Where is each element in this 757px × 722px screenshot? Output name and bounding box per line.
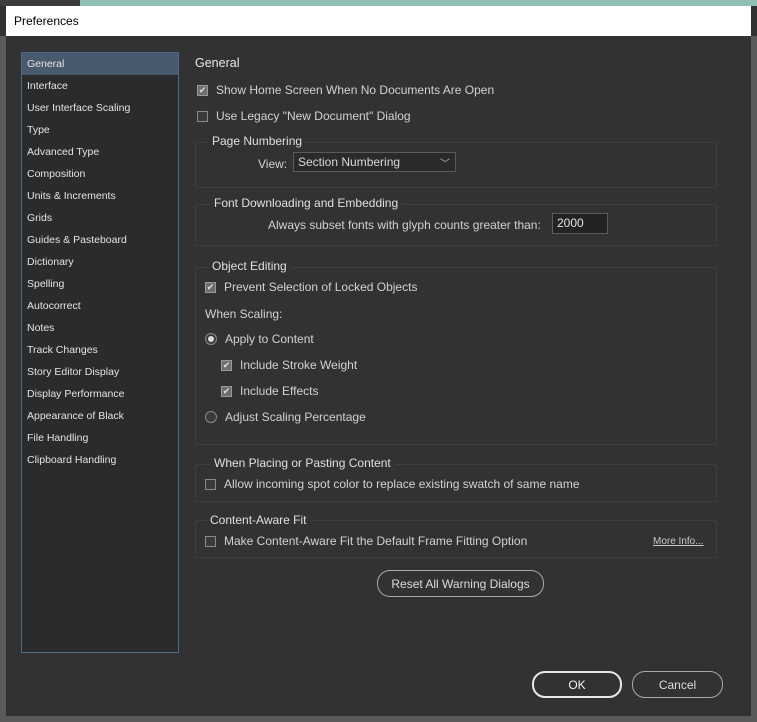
include-effects-label: Include Effects [240, 384, 319, 398]
include-stroke-option[interactable]: ✔ Include Stroke Weight [221, 358, 357, 372]
adjust-scaling-percentage-label: Adjust Scaling Percentage [225, 410, 366, 424]
sidebar-item-dictionary[interactable]: Dictionary [22, 251, 178, 273]
include-effects-checkbox[interactable]: ✔ [221, 385, 232, 397]
sidebar-item-display-performance[interactable]: Display Performance [22, 383, 178, 405]
preferences-category-list[interactable]: General Interface User Interface Scaling Ty… [21, 52, 179, 653]
default-fitting-label: Make Content-Aware Fit the Default Frame… [224, 534, 528, 548]
adjust-scaling-percentage-radio[interactable] [205, 411, 217, 423]
page-numbering-view-value: Section Numbering [298, 155, 401, 169]
more-info-link[interactable]: More Info... [653, 536, 704, 547]
sidebar-item-user-interface-scaling[interactable]: User Interface Scaling [22, 97, 178, 119]
legacy-new-document-checkbox[interactable] [197, 110, 208, 122]
preferences-window: Preferences General Interface User Interfa… [0, 0, 757, 722]
sidebar-item-autocorrect[interactable]: Autocorrect [22, 295, 178, 317]
show-home-screen-option[interactable]: ✔ Show Home Screen When No Documents Are… [197, 83, 494, 97]
adjust-scaling-percentage-option[interactable]: Adjust Scaling Percentage [205, 410, 366, 424]
sidebar-item-guides-pasteboard[interactable]: Guides & Pasteboard [22, 229, 178, 251]
placing-title: When Placing or Pasting Content [210, 456, 395, 470]
spot-color-label: Allow incoming spot color to replace exi… [224, 477, 580, 491]
section-heading-general: General [195, 56, 240, 70]
checkmark-icon: ✔ [222, 359, 231, 370]
show-home-screen-label: Show Home Screen When No Documents Are O… [216, 83, 495, 97]
object-editing-title: Object Editing [208, 259, 291, 273]
sidebar-item-type[interactable]: Type [22, 119, 178, 141]
sidebar-item-story-editor-display[interactable]: Story Editor Display [22, 361, 178, 383]
apply-to-content-option[interactable]: Apply to Content [205, 332, 314, 346]
sidebar-item-clipboard-handling[interactable]: Clipboard Handling [22, 449, 178, 471]
radio-dot-icon [208, 336, 214, 342]
reset-warning-dialogs-button[interactable]: Reset All Warning Dialogs [377, 570, 544, 597]
legacy-new-document-option[interactable]: Use Legacy "New Document" Dialog [197, 109, 411, 123]
checkmark-icon: ✔ [222, 385, 231, 396]
default-fitting-option[interactable]: Make Content-Aware Fit the Default Frame… [205, 534, 527, 548]
sidebar-item-spelling[interactable]: Spelling [22, 273, 178, 295]
content-aware-fit-title: Content-Aware Fit [206, 513, 311, 527]
sidebar-item-general[interactable]: General [22, 53, 178, 75]
prevent-locked-checkbox[interactable]: ✔ [205, 281, 216, 293]
view-label: View: [258, 157, 288, 171]
show-home-screen-checkbox[interactable]: ✔ [197, 84, 208, 96]
chevron-down-icon: ﹀ [440, 159, 450, 170]
sidebar-item-advanced-type[interactable]: Advanced Type [22, 141, 178, 163]
when-scaling-label: When Scaling: [205, 307, 283, 321]
subset-fonts-label: Always subset fonts with glyph counts gr… [268, 218, 541, 232]
apply-to-content-label: Apply to Content [225, 332, 314, 346]
sidebar-item-composition[interactable]: Composition [22, 163, 178, 185]
window-titlebar[interactable]: Preferences [6, 6, 751, 36]
include-stroke-checkbox[interactable]: ✔ [221, 359, 232, 371]
apply-to-content-radio[interactable] [205, 333, 217, 345]
subset-glyph-count-input[interactable]: 2000 [552, 213, 608, 234]
default-fitting-checkbox[interactable] [205, 535, 216, 547]
cancel-button[interactable]: Cancel [632, 671, 723, 698]
font-downloading-title: Font Downloading and Embedding [210, 196, 403, 210]
include-effects-option[interactable]: ✔ Include Effects [221, 384, 319, 398]
page-numbering-title: Page Numbering [208, 134, 307, 148]
include-stroke-label: Include Stroke Weight [240, 358, 358, 372]
ok-button[interactable]: OK [532, 671, 622, 698]
sidebar-item-notes[interactable]: Notes [22, 317, 178, 339]
spot-color-checkbox[interactable] [205, 478, 216, 490]
checkmark-icon: ✔ [206, 281, 215, 292]
checkmark-icon: ✔ [198, 84, 207, 95]
sidebar-item-track-changes[interactable]: Track Changes [22, 339, 178, 361]
sidebar-item-grids[interactable]: Grids [22, 207, 178, 229]
window-title: Preferences [14, 14, 79, 28]
page-numbering-view-select[interactable]: Section Numbering ﹀ [293, 152, 456, 172]
sidebar-item-units-increments[interactable]: Units & Increments [22, 185, 178, 207]
prevent-locked-label: Prevent Selection of Locked Objects [224, 280, 418, 294]
sidebar-item-appearance-of-black[interactable]: Appearance of Black [22, 405, 178, 427]
sidebar-item-interface[interactable]: Interface [22, 75, 178, 97]
prevent-locked-option[interactable]: ✔ Prevent Selection of Locked Objects [205, 280, 417, 294]
legacy-new-document-label: Use Legacy "New Document" Dialog [216, 109, 411, 123]
spot-color-option[interactable]: Allow incoming spot color to replace exi… [205, 477, 580, 491]
sidebar-item-file-handling[interactable]: File Handling [22, 427, 178, 449]
